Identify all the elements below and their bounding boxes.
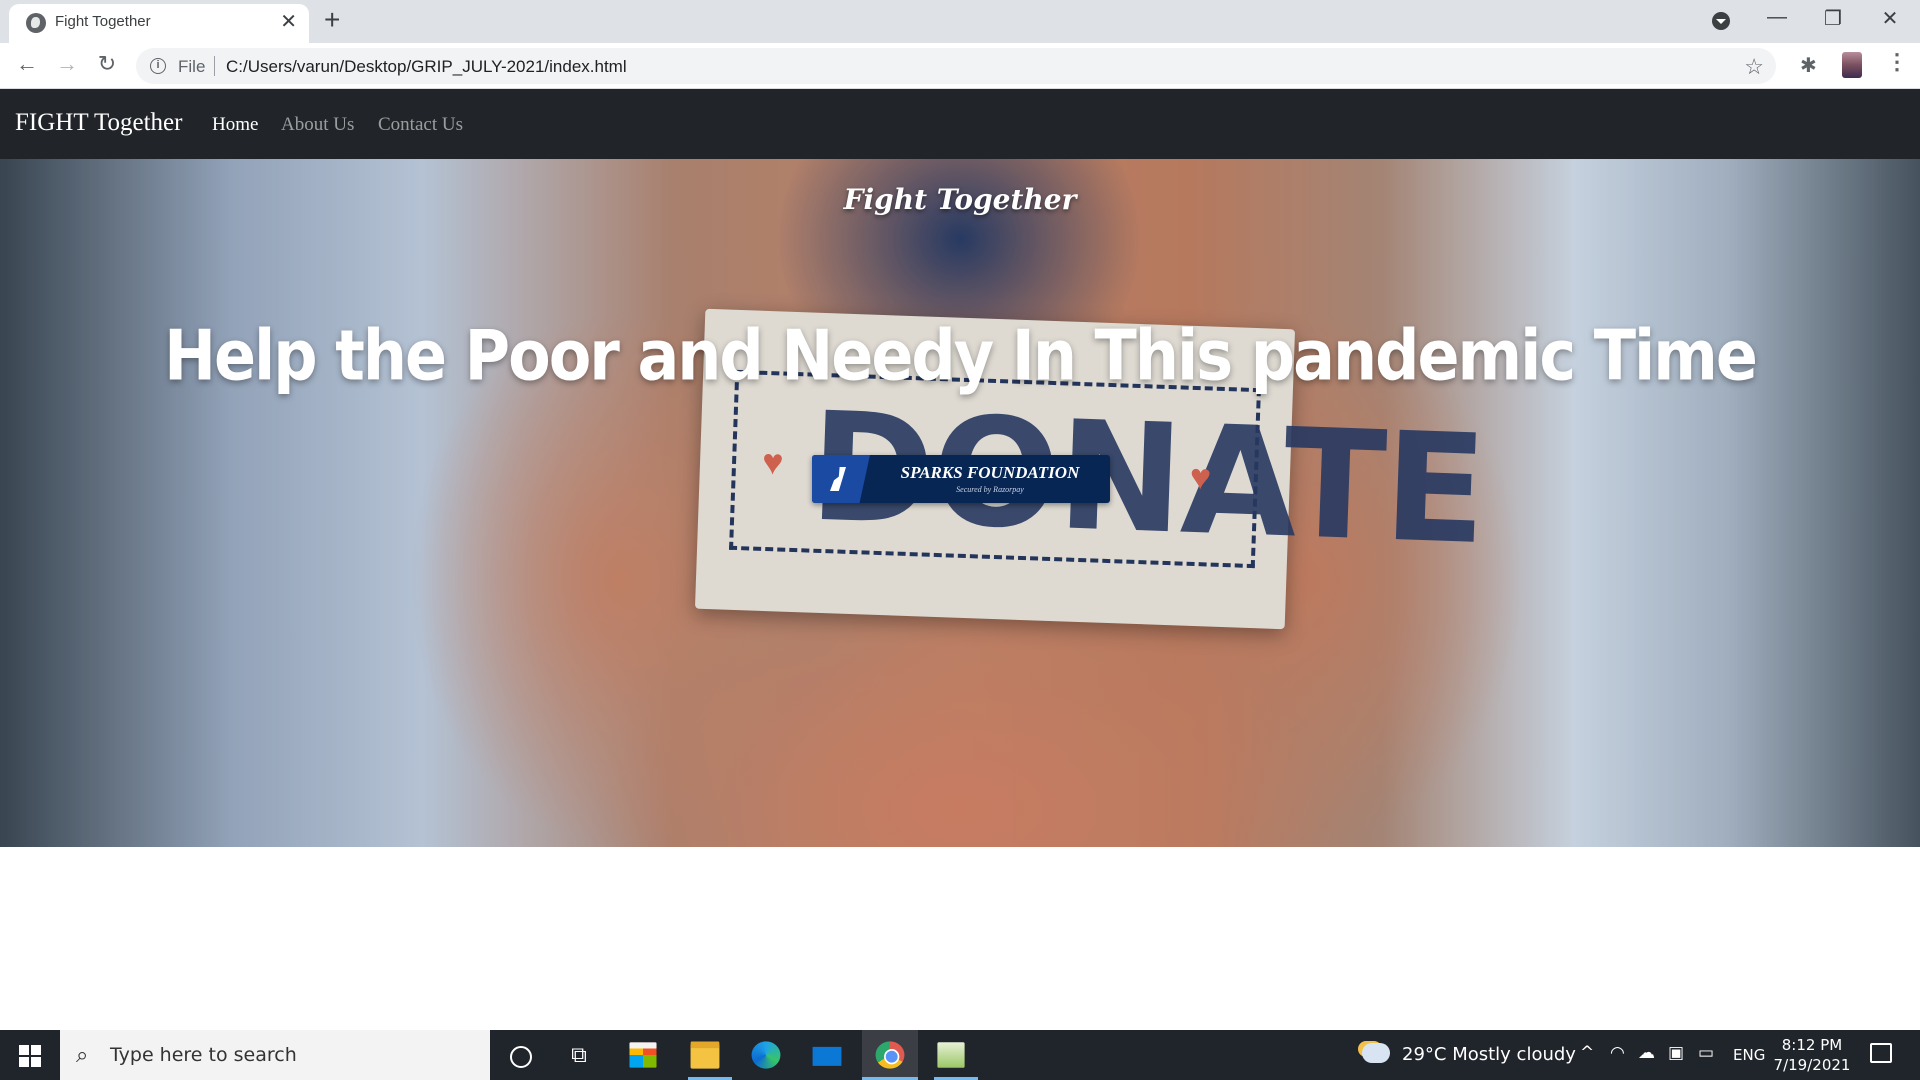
restore-button[interactable]: ❐ (1813, 6, 1853, 31)
language-indicator[interactable]: ENG (1733, 1046, 1765, 1064)
nav-contact-us[interactable]: Contact Us (378, 114, 463, 136)
notification-center-icon[interactable] (1870, 1043, 1892, 1063)
close-window-button[interactable]: ✕ (1870, 6, 1910, 31)
show-hidden-icons-chevron-icon[interactable]: ^ (1580, 1043, 1594, 1063)
site-brand[interactable]: FIGHT Together (15, 109, 182, 137)
globe-icon (26, 13, 46, 33)
donate-button[interactable]: SPARKS FOUNDATION Secured by Razorpay (812, 455, 1110, 503)
meet-now-icon[interactable]: ▣ (1668, 1043, 1684, 1063)
forward-icon[interactable]: → (52, 51, 82, 77)
info-icon[interactable]: i (150, 58, 166, 74)
nav-home[interactable]: Home (212, 114, 258, 136)
onedrive-icon[interactable]: ☁ (1638, 1043, 1655, 1063)
donate-button-label: SPARKS FOUNDATION (900, 463, 1080, 482)
hero-tagline: Fight Together (843, 183, 1077, 216)
url-scheme: File (178, 57, 206, 76)
site-navbar: FIGHT Together Home About Us Contact Us (0, 89, 1920, 159)
profile-avatar[interactable] (1842, 52, 1862, 78)
bookmark-star-icon[interactable]: ☆ (1744, 54, 1764, 80)
wifi-icon[interactable]: ◠ (1610, 1043, 1625, 1063)
tab-title: Fight Together (55, 13, 151, 30)
url-text[interactable]: C:/Users/varun/Desktop/GRIP_JULY-2021/in… (226, 57, 627, 77)
nav-about-us[interactable]: About Us (281, 114, 354, 136)
hero-heading: Help the Poor and Needy In This pandemic… (164, 314, 1758, 397)
clock-date: 7/19/2021 (1773, 1056, 1851, 1074)
browser-menu-icon[interactable]: ⋮ (1886, 49, 1908, 75)
battery-icon[interactable]: ▭ (1698, 1043, 1714, 1063)
browser-tab[interactable]: Fight Together ✕ (9, 4, 309, 43)
url-separator (214, 56, 215, 76)
weather-text[interactable]: 29°C Mostly cloudy (1402, 1044, 1576, 1065)
browser-tabstrip: Fight Together ✕ + — ❐ ✕ (0, 0, 1920, 43)
reload-icon[interactable]: ↻ (92, 51, 122, 77)
extensions-puzzle-icon[interactable]: ✱ (1800, 53, 1817, 78)
donate-button-sublabel: Secured by Razorpay (956, 485, 1024, 494)
close-tab-icon[interactable]: ✕ (280, 12, 297, 32)
tab-search-icon[interactable] (1712, 12, 1730, 30)
address-bar[interactable]: i File C:/Users/varun/Desktop/GRIP_JULY-… (136, 48, 1776, 84)
taskbar-clock[interactable]: 8:12 PM 7/19/2021 (1772, 1035, 1852, 1075)
back-icon[interactable]: ← (12, 51, 42, 77)
system-tray: 29°C Mostly cloudy ^ ◠ ☁ ▣ ▭ ENG 8:12 PM… (0, 1030, 1920, 1080)
weather-cloud-icon[interactable] (1362, 1043, 1390, 1063)
new-tab-button[interactable]: + (324, 6, 340, 34)
minimize-button[interactable]: — (1757, 6, 1797, 29)
hero-overlay (0, 159, 1920, 847)
browser-toolbar: ← → ↻ i File C:/Users/varun/Desktop/GRIP… (0, 43, 1920, 89)
hero-section: ♥ DONATE ♥ Fight Together Help the Poor … (0, 159, 1920, 847)
clock-time: 8:12 PM (1781, 1036, 1843, 1054)
razorpay-logo-icon (812, 455, 870, 503)
